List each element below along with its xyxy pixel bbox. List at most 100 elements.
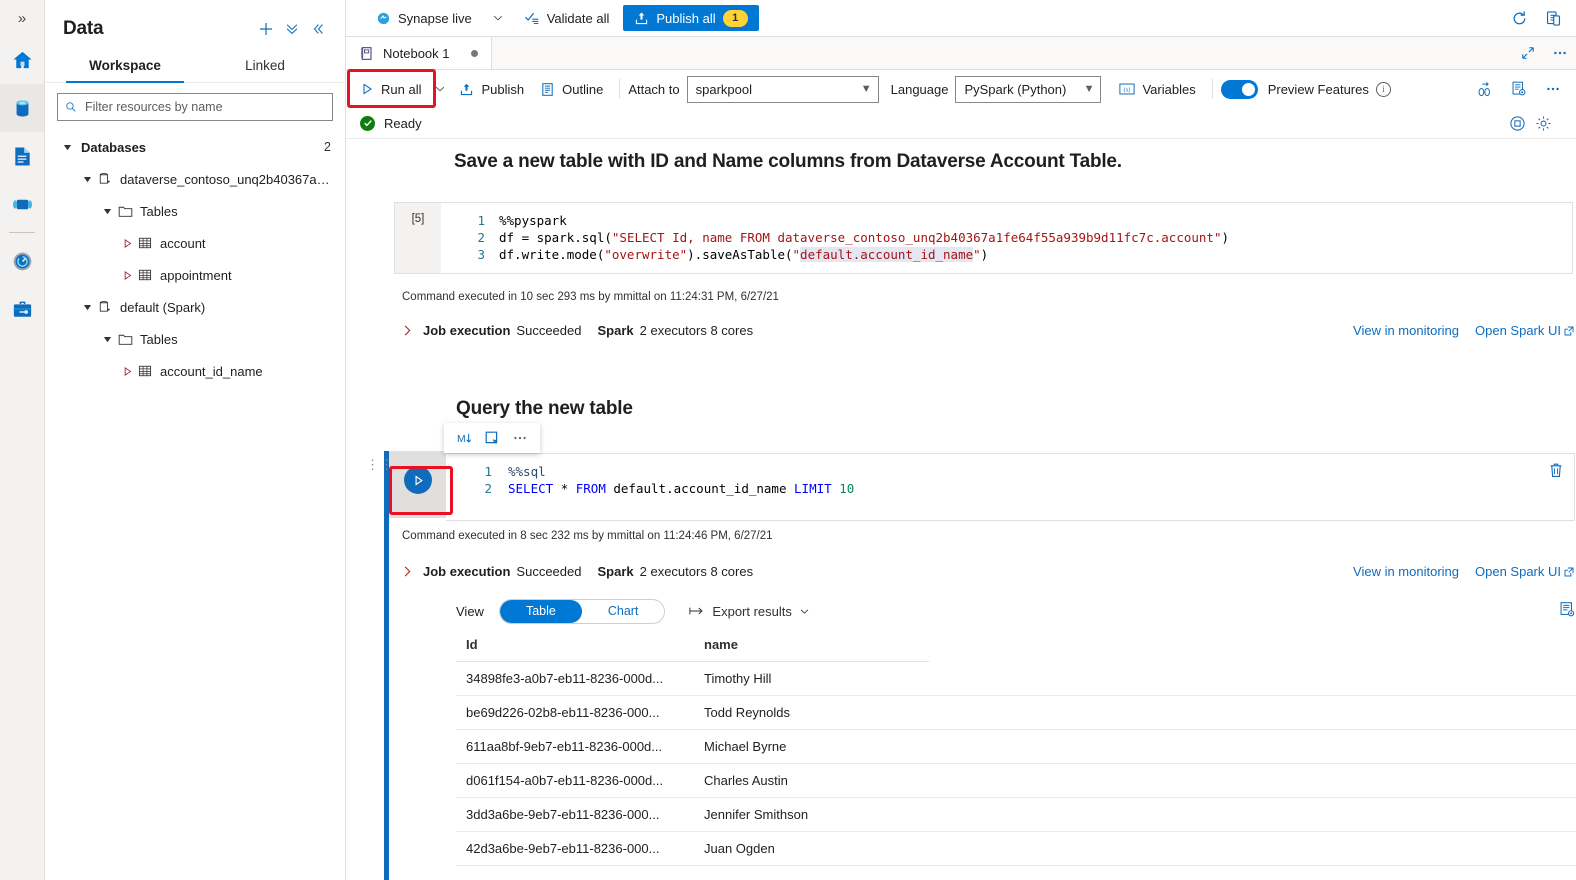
run-cell-button[interactable] [404,466,432,494]
clear-output-icon[interactable] [480,427,504,449]
tree-expanded-arrow-icon[interactable] [59,143,75,152]
search-input[interactable] [83,99,325,115]
session-status-label: Ready [384,115,422,131]
cell-1-editor[interactable]: 123 %%pyspark df = spark.sql("SELECT Id, … [441,203,1572,273]
info-icon[interactable]: i [1375,81,1391,97]
code-cell-2[interactable]: 12 %%sql SELECT * FROM default.account_id… [446,453,1575,521]
synapse-live-chevron[interactable] [482,0,514,36]
tree-collapsed-arrow-icon[interactable] [119,366,135,376]
cell-drag-handle[interactable]: ⋮⋮ [366,458,393,471]
tree-expanded-arrow-icon[interactable] [79,175,95,184]
expand-chevron-icon[interactable] [402,324,413,337]
variables-label: Variables [1142,81,1196,97]
notebook-settings-button[interactable] [1502,71,1536,107]
tree-expanded-arrow-icon[interactable] [99,207,115,216]
table-column-header[interactable]: Id [456,629,694,662]
editor-more-button[interactable] [1544,37,1576,69]
tree-collapsed-arrow-icon[interactable] [119,270,135,280]
tree-item-dataverse-contoso-unq2b40367a1f[interactable]: dataverse_contoso_unq2b40367a1f... [45,163,345,195]
synapse-live-button[interactable]: Synapse live [366,0,482,36]
expand-editor-button[interactable] [1512,37,1544,69]
run-all-dropdown-button[interactable] [429,75,451,103]
variables-button[interactable]: (x) Variables [1111,75,1203,103]
tab-workspace[interactable]: Workspace [55,50,195,83]
database-icon [99,301,110,312]
run-all-button[interactable]: Run all [352,75,429,103]
collapse-pane-button[interactable] [305,16,331,42]
stop-session-button[interactable] [1504,108,1530,138]
preview-features-toggle[interactable] [1220,79,1258,99]
external-link-icon [1564,326,1574,335]
markdown-cell-2[interactable]: Query the new table [456,398,633,420]
settings-button[interactable] [1530,108,1556,138]
external-link-icon [1564,567,1574,576]
markdown-convert-icon[interactable]: M [452,427,476,449]
markdown-cell-1[interactable]: Save a new table with ID and Name column… [454,151,1122,173]
cell-2-open-spark-ui-link[interactable]: Open Spark UI [1475,564,1574,579]
table-row[interactable]: 611aa8bf-9eb7-eb11-8236-000d... Michael B… [456,729,1576,764]
refresh-button[interactable] [1502,0,1536,36]
cell-1-open-spark-ui-link[interactable]: Open Spark UI [1475,323,1574,338]
validate-all-button[interactable]: Validate all [514,0,620,36]
add-resource-button[interactable] [253,16,279,42]
document-icon [14,146,30,166]
more-horizontal-icon[interactable] [508,427,532,449]
tree-item-tables[interactable]: Tables [45,195,345,227]
publish-all-button[interactable]: Publish all 1 [623,5,759,31]
feedback-button[interactable] [1536,0,1570,36]
tree-expanded-arrow-icon[interactable] [99,335,115,344]
tree-item-databases[interactable]: Databases 2 [45,131,345,163]
publish-all-label: Publish all [656,10,716,26]
cell-2-view-in-monitoring-link[interactable]: View in monitoring [1353,564,1459,579]
delete-cell-button[interactable] [1548,462,1564,482]
tree-item-account[interactable]: account [45,227,345,259]
publish-button[interactable]: Publish [451,75,532,103]
collapse-all-button[interactable] [279,16,305,42]
table-column-header[interactable]: name [694,629,929,662]
tree-collapsed-arrow-icon[interactable] [119,238,135,248]
tree-expanded-arrow-icon[interactable] [79,303,95,312]
table-row[interactable]: 3dd3a6be-9eb7-eb11-8236-000... Jennifer S… [456,797,1576,832]
tab-linked[interactable]: Linked [195,50,335,82]
export-results-button[interactable]: Export results [689,604,809,619]
table-row[interactable]: be69d226-02b8-eb11-8236-000... Todd Reyno… [456,695,1576,730]
database-icon [95,172,115,186]
rail-item-integrate[interactable] [0,180,44,228]
cell-2-open-spark-ui-label: Open Spark UI [1475,564,1561,579]
rail-item-develop[interactable] [0,132,44,180]
table-cell-filler [929,661,1576,696]
table-cell: Michael Byrne [694,729,929,764]
expand-chevron-icon[interactable] [402,565,413,578]
cell-2-job-label: Job execution [423,564,511,579]
validate-all-label: Validate all [546,10,610,26]
tree-item-appointment[interactable]: appointment [45,259,345,291]
rail-item-monitor[interactable] [0,237,44,285]
notebook-more-button[interactable] [1536,71,1570,107]
view-mode-table[interactable]: Table [499,599,582,623]
filter-box[interactable] [57,93,333,121]
results-settings-button[interactable] [1559,601,1576,621]
rail-item-manage[interactable] [0,285,44,333]
table-row[interactable]: 34898fe3-a0b7-eb11-8236-000d... Timothy H… [456,661,1576,696]
cell-1-view-in-monitoring-link[interactable]: View in monitoring [1353,323,1459,338]
table-cell-filler [929,831,1576,866]
attach-to-select[interactable]: sparkpool ▼ [686,75,879,103]
table-row[interactable]: d061f154-a0b7-eb11-8236-000d... Charles A… [456,763,1576,798]
rail-expand-button[interactable]: » [0,0,44,36]
add-to-pipeline-button[interactable] [1468,71,1502,107]
outline-button[interactable]: Outline [532,75,611,103]
table-icon [138,365,152,377]
table-icon [135,364,155,378]
tree-item-tables[interactable]: Tables [45,323,345,355]
code-cell-1[interactable]: [5] 123 %%pyspark df = spark.sql("SELECT … [394,202,1573,274]
tab-notebook-1[interactable]: Notebook 1 [346,37,492,69]
rail-item-data[interactable] [0,84,44,132]
rail-item-home[interactable] [0,36,44,84]
table-row[interactable]: 42d3a6be-9eb7-eb11-8236-000... Juan Ogden [456,831,1576,866]
table-cell: be69d226-02b8-eb11-8236-000... [456,695,694,730]
tree-item-account-id-name[interactable]: account_id_name [45,355,345,387]
language-select[interactable]: PySpark (Python) ▼ [955,75,1102,103]
tree-item-count: 2 [324,140,331,154]
tree-item-default-spark[interactable]: default (Spark) [45,291,345,323]
view-mode-chart[interactable]: Chart [582,600,665,623]
